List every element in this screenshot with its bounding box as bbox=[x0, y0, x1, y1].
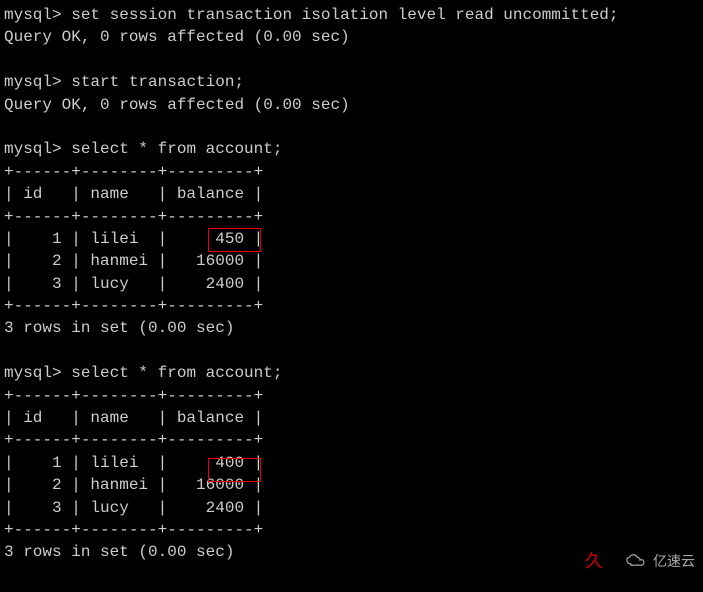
query-response: Query OK, 0 rows affected (0.00 sec) bbox=[4, 26, 699, 48]
table-border: +------+--------+---------+ bbox=[4, 295, 699, 317]
terminal-line: mysql> select * from account; bbox=[4, 362, 699, 384]
red-marker: 久 bbox=[585, 551, 603, 576]
mysql-prompt: mysql> bbox=[4, 6, 62, 24]
table-border: +------+--------+---------+ bbox=[4, 519, 699, 541]
table-border: +------+--------+---------+ bbox=[4, 429, 699, 451]
sql-command: select * from account; bbox=[71, 140, 282, 158]
mysql-prompt: mysql> bbox=[4, 140, 62, 158]
terminal-line: mysql> set session transaction isolation… bbox=[4, 4, 699, 26]
rows-summary: 3 rows in set (0.00 sec) bbox=[4, 317, 699, 339]
watermark-text: 亿速云 bbox=[653, 554, 695, 574]
table-row: | 1 | lilei | 450 | bbox=[4, 228, 699, 250]
table-border: +------+--------+---------+ bbox=[4, 206, 699, 228]
mysql-prompt: mysql> bbox=[4, 73, 62, 91]
table-border: +------+--------+---------+ bbox=[4, 385, 699, 407]
table-row: | 3 | lucy | 2400 | bbox=[4, 273, 699, 295]
table-row: | 2 | hanmei | 16000 | bbox=[4, 250, 699, 272]
table-row: | 1 | lilei | 400 | bbox=[4, 452, 699, 474]
blank-line bbox=[4, 49, 699, 71]
table-row: | 2 | hanmei | 16000 | bbox=[4, 474, 699, 496]
cloud-icon bbox=[623, 552, 649, 576]
table-header: | id | name | balance | bbox=[4, 183, 699, 205]
sql-command: set session transaction isolation level … bbox=[71, 6, 618, 24]
mysql-prompt: mysql> bbox=[4, 364, 62, 382]
terminal-line: mysql> start transaction; bbox=[4, 71, 699, 93]
blank-line bbox=[4, 340, 699, 362]
sql-command: select * from account; bbox=[71, 364, 282, 382]
table-border: +------+--------+---------+ bbox=[4, 161, 699, 183]
terminal-line: mysql> select * from account; bbox=[4, 138, 699, 160]
table-row: | 3 | lucy | 2400 | bbox=[4, 497, 699, 519]
blank-line bbox=[4, 116, 699, 138]
sql-command: start transaction; bbox=[71, 73, 244, 91]
query-response: Query OK, 0 rows affected (0.00 sec) bbox=[4, 94, 699, 116]
watermark: 亿速云 bbox=[623, 552, 695, 576]
table-header: | id | name | balance | bbox=[4, 407, 699, 429]
